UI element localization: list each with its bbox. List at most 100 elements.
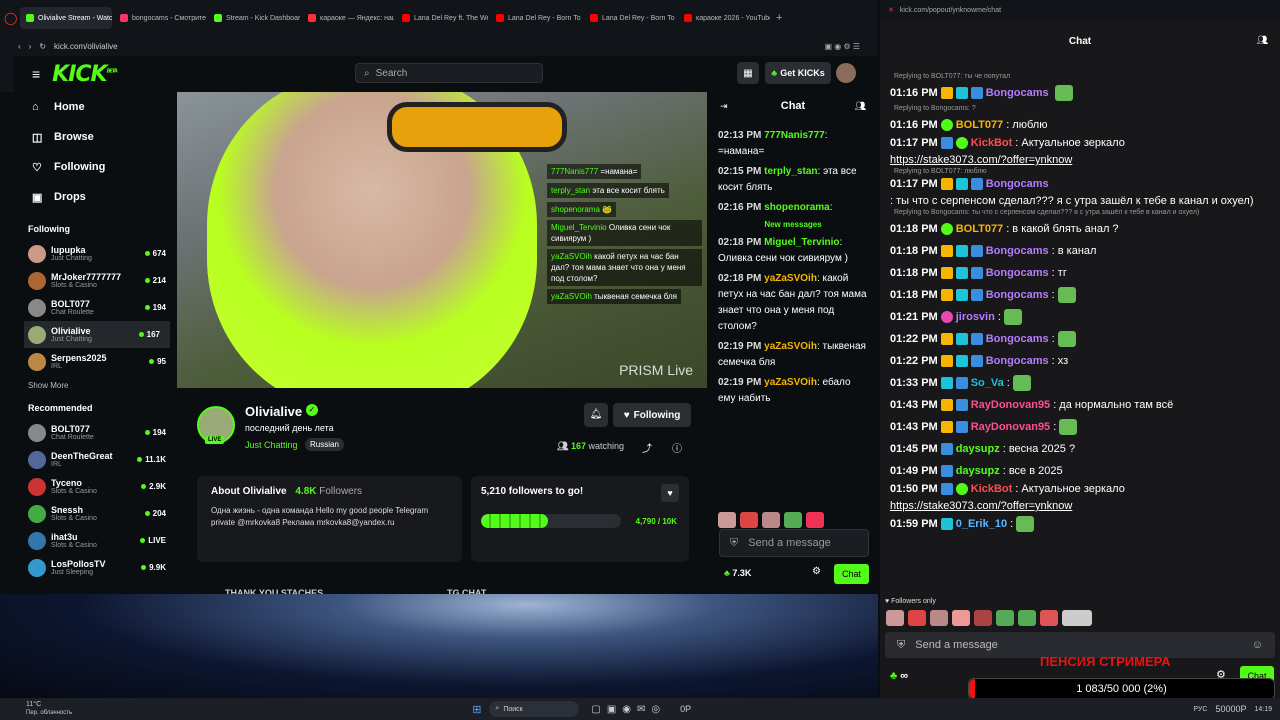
chat-username[interactable]: yaZaSVOih [764, 377, 817, 388]
following-button[interactable]: ♥ Following [613, 403, 691, 427]
language-tag[interactable]: Russian [305, 438, 344, 451]
reply-preview[interactable]: Replying to BOLT077: ты че попутал [880, 72, 1280, 82]
sidebar-channel[interactable]: LosPollosTV Just Sleeping 9.9K [0, 554, 176, 581]
goal-heart-button[interactable]: ♥ [661, 484, 679, 502]
chat-settings-icon[interactable]: ⚙ [812, 566, 821, 577]
chat-link[interactable]: https://stake3073.com/?offer=ynknow [890, 153, 1072, 167]
channel-name[interactable]: Olivialive [245, 404, 302, 419]
sidebar-item-browse[interactable]: ◫ Browse [0, 122, 176, 152]
sidebar-item-drops[interactable]: ▣ Drops [0, 182, 176, 212]
chat-username[interactable]: Bongocams [986, 266, 1049, 280]
emote[interactable] [1018, 610, 1036, 626]
sidebar-channel[interactable]: lupupka Just Chatting 674 [0, 240, 176, 267]
emote[interactable] [886, 610, 904, 626]
emote[interactable] [1057, 331, 1076, 347]
users-icon[interactable]: 👥︎ [855, 101, 866, 112]
emote[interactable] [1062, 610, 1092, 626]
chat-username[interactable]: 0_Erik_10 [956, 517, 1007, 531]
sidebar-item-following[interactable]: ♡ Following [0, 152, 176, 182]
emote[interactable] [762, 512, 780, 528]
sidebar-channel[interactable]: ihat3u Slots & Casino LIVE [0, 527, 176, 554]
reply-preview[interactable]: Replying to Bongocams: ? [880, 104, 1280, 114]
chat-username[interactable]: terply_stan [764, 166, 817, 177]
search-input[interactable]: ⌕ Search [355, 63, 543, 83]
chat-username[interactable]: So_Va [971, 376, 1004, 390]
chat-username[interactable]: Bongocams [986, 177, 1049, 191]
chat-username[interactable]: Bongocams [986, 332, 1049, 346]
sidebar-channel[interactable]: Olivialive Just Chatting 167 [24, 321, 170, 348]
browser-tab[interactable]: Lana Del Rey - Born To Di [584, 7, 676, 29]
chat-username[interactable]: jirosvin [956, 310, 995, 324]
opera-logo-icon[interactable]: ◯ [4, 11, 18, 25]
sidebar-channel[interactable]: Tyceno Slots & Casino 2.9K [0, 473, 176, 500]
chat-username[interactable]: yaZaSVOih [764, 273, 817, 284]
chat-username[interactable]: Bongocams [986, 86, 1049, 100]
chat-username[interactable]: yaZaSVOih [764, 341, 817, 352]
sidebar-item-home[interactable]: ⌂ Home [0, 92, 176, 122]
new-tab-button[interactable]: + [776, 12, 782, 24]
collapse-chat-icon[interactable]: ⇥ [720, 101, 728, 112]
emote[interactable] [806, 512, 824, 528]
emote[interactable] [740, 512, 758, 528]
emote[interactable] [952, 610, 970, 626]
start-icon[interactable]: ⊞ [472, 703, 481, 716]
sidebar-channel[interactable]: Serpens2025 IRL 95 [0, 348, 176, 375]
avatar[interactable] [836, 63, 856, 83]
emote[interactable] [1012, 375, 1031, 391]
browser-tab[interactable]: караоке 2026 - YouTube [678, 7, 770, 29]
sidebar-channel[interactable]: DeenTheGreat IRL 11.1K [0, 446, 176, 473]
emote[interactable] [908, 610, 926, 626]
language-indicator[interactable]: РУС [1193, 706, 1207, 713]
chat-username[interactable]: KickBot [971, 136, 1013, 150]
chat-username[interactable]: RayDonovan95 [971, 420, 1050, 434]
chat-username[interactable]: BOLT077 [956, 118, 1003, 132]
close-icon[interactable]: ✕ [888, 6, 894, 14]
reply-preview[interactable]: Replying to BOLT077: люблю [880, 167, 1280, 177]
sidebar-channel[interactable]: MrJoker7777777 Slots & Casino 214 [0, 267, 176, 294]
show-more-link[interactable]: Show More [0, 381, 176, 399]
video-player[interactable]: 777Nanis777 =намана= terply_stan эта все … [177, 92, 707, 388]
emote[interactable] [1016, 516, 1035, 532]
chat-username[interactable]: shopenorama [764, 202, 830, 213]
kick-logo[interactable]: KICKBETA [52, 62, 118, 87]
chat-username[interactable]: Bongocams [986, 288, 1049, 302]
sidebar-channel[interactable]: BOLT077 Chat Roulette 194 [0, 294, 176, 321]
url-field[interactable]: kick.com/olivialive [54, 42, 816, 51]
back-icon[interactable]: ‹ [18, 42, 21, 51]
chat-input[interactable]: ⛨ Send a message [719, 529, 869, 557]
chat-send-button[interactable]: Chat [834, 564, 869, 584]
share-icon[interactable]: ⤴ [642, 440, 652, 455]
emote[interactable] [1040, 610, 1058, 626]
emote[interactable] [1054, 85, 1073, 101]
emote[interactable] [718, 512, 736, 528]
chat-username[interactable]: KickBot [971, 482, 1013, 496]
emote[interactable] [1057, 287, 1076, 303]
sidebar-channel[interactable]: BOLT077 Chat Roulette 194 [0, 419, 176, 446]
chat-username[interactable]: Miguel_Tervinio [764, 237, 839, 248]
emote[interactable] [1059, 419, 1078, 435]
new-messages-divider[interactable]: New messages [708, 220, 878, 229]
emote[interactable] [784, 512, 802, 528]
emote[interactable] [930, 610, 948, 626]
chat-username[interactable]: BOLT077 [956, 222, 1003, 236]
weather-widget[interactable]: 11°C Пер. облачность [26, 701, 72, 717]
browser-tab[interactable]: bongocams - Смотрите с [114, 7, 206, 29]
menu-icon[interactable]: ≡ [32, 66, 40, 82]
forward-icon[interactable]: › [29, 42, 32, 51]
info-icon[interactable]: ⓘ [672, 440, 682, 455]
emote[interactable] [974, 610, 992, 626]
category-link[interactable]: Just Chatting [245, 440, 298, 450]
taskbar-apps[interactable]: ▢▣◉✉◎ [591, 704, 666, 715]
emote[interactable] [1003, 309, 1022, 325]
clip-button[interactable]: ▦ [737, 62, 759, 84]
chat-link[interactable]: https://stake3073.com/?offer=ynknow [890, 499, 1072, 513]
browser-tab[interactable]: Lana Del Rey - Born To Di [490, 7, 582, 29]
taskbar-search[interactable]: ⌕ Поиск [489, 701, 580, 717]
users-icon[interactable]: 👥︎ [1257, 28, 1268, 52]
chat-username[interactable]: RayDonovan95 [971, 398, 1050, 412]
browser-tab[interactable]: Olivialive Stream - Watc [20, 7, 112, 29]
chat-username[interactable]: daysupz [956, 464, 1000, 478]
extensions-icon[interactable]: ▣ ◉ ⚙ ☰ [824, 42, 860, 51]
browser-tab[interactable]: Stream - Kick Dashboard [208, 7, 300, 29]
reply-preview[interactable]: Replying to Bongocams: ты что с серпенсо… [880, 208, 1280, 218]
